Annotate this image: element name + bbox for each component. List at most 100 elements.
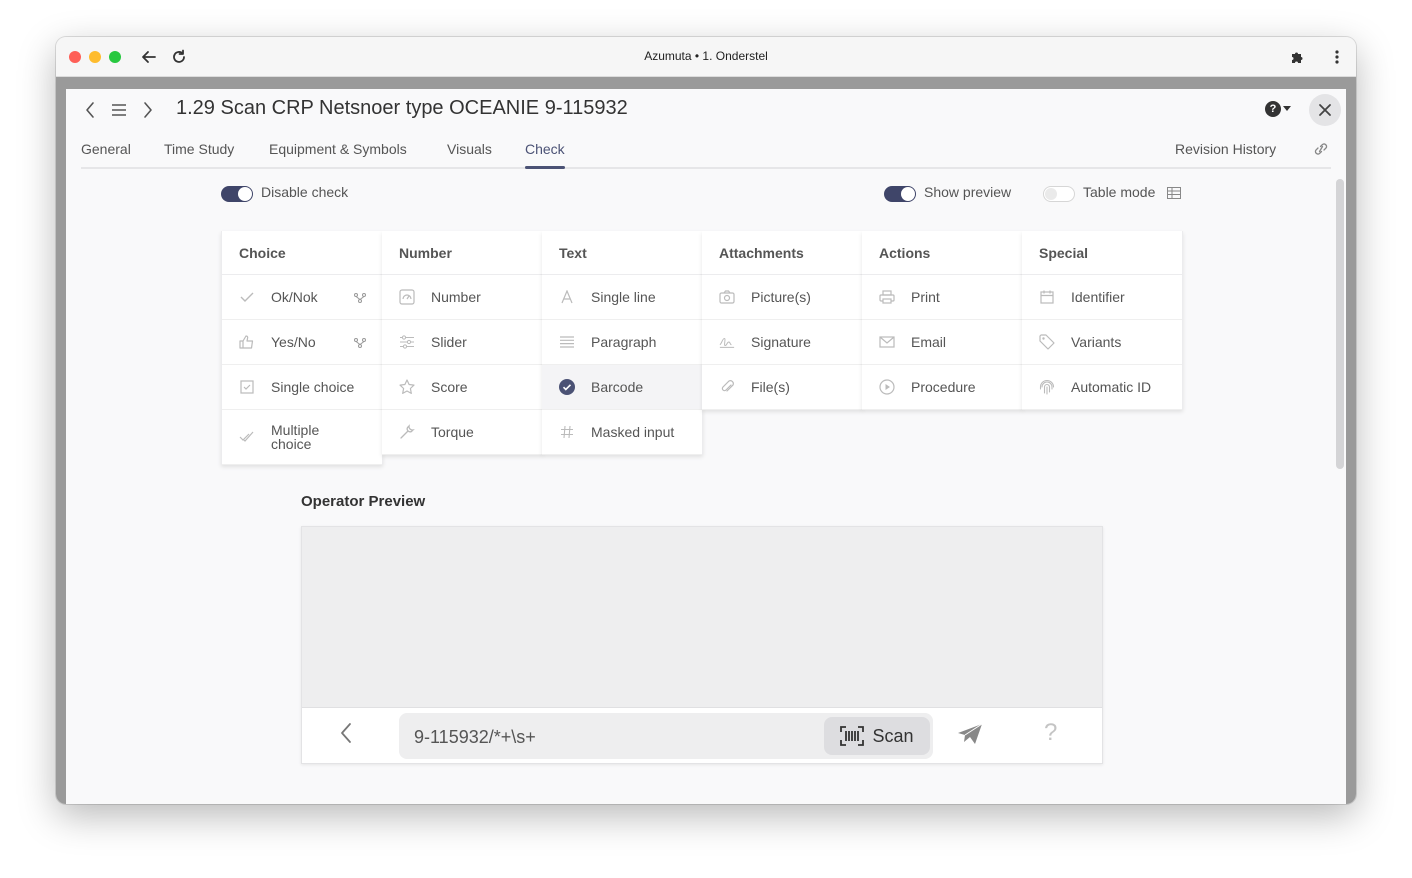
menu-icon[interactable] bbox=[110, 101, 128, 119]
signature-icon bbox=[719, 334, 735, 350]
check-type-slider[interactable]: Slider bbox=[382, 320, 542, 365]
check-type-pictures[interactable]: Picture(s) bbox=[702, 275, 862, 320]
check-type-automatic-id[interactable]: Automatic ID bbox=[1022, 365, 1182, 410]
envelope-icon bbox=[879, 334, 895, 350]
check-type-print[interactable]: Print bbox=[862, 275, 1022, 320]
category-number: Number Number Slider Score Torque bbox=[382, 231, 543, 455]
table-icon bbox=[1167, 186, 1181, 204]
item-label: Torque bbox=[431, 424, 474, 440]
category-title: Number bbox=[382, 231, 542, 275]
table-mode-label: Table mode bbox=[1083, 184, 1156, 200]
check-type-single-line[interactable]: Single line bbox=[542, 275, 702, 320]
sliders-icon bbox=[399, 334, 415, 350]
category-text: Text Single line Paragraph Barcode Maske… bbox=[542, 231, 703, 455]
font-icon bbox=[559, 289, 575, 305]
wrench-icon bbox=[399, 424, 415, 440]
check-type-single-choice[interactable]: Single choice bbox=[222, 365, 382, 410]
show-preview-label: Show preview bbox=[924, 184, 1012, 200]
help-dropdown-button[interactable]: ? bbox=[1265, 101, 1291, 117]
link-icon[interactable] bbox=[1313, 142, 1329, 159]
item-label: Number bbox=[431, 289, 481, 305]
item-label: Slider bbox=[431, 334, 467, 350]
more-menu-icon[interactable] bbox=[1326, 46, 1348, 68]
selected-check-icon bbox=[559, 379, 575, 395]
tab-check[interactable]: Check bbox=[525, 141, 565, 169]
item-label: Automatic ID bbox=[1071, 379, 1152, 395]
check-type-identifier[interactable]: Identifier bbox=[1022, 275, 1182, 320]
item-label: Procedure bbox=[911, 379, 976, 395]
close-button[interactable] bbox=[1309, 94, 1341, 126]
tab-equipment-symbols[interactable]: Equipment & Symbols bbox=[269, 141, 407, 157]
disable-check-label: Disable check bbox=[261, 184, 349, 200]
tab-bar: General Time Study Equipment & Symbols V… bbox=[81, 131, 1331, 169]
step-editor-panel: 1.29 Scan CRP Netsnoer type OCEANIE 9-11… bbox=[66, 89, 1346, 804]
barcode-input[interactable]: 9-115932/*+\s+ Scan bbox=[399, 713, 933, 759]
chevron-left-icon[interactable] bbox=[82, 100, 98, 120]
revision-history-link[interactable]: Revision History bbox=[1175, 141, 1276, 157]
close-icon bbox=[1319, 104, 1331, 116]
check-type-score[interactable]: Score bbox=[382, 365, 542, 410]
category-title: Attachments bbox=[702, 231, 862, 275]
check-type-files[interactable]: File(s) bbox=[702, 365, 862, 410]
check-type-paragraph[interactable]: Paragraph bbox=[542, 320, 702, 365]
check-type-multiple-choice[interactable]: Multiple choice bbox=[222, 410, 382, 465]
item-label: Masked input bbox=[591, 424, 675, 440]
item-label: Print bbox=[911, 289, 940, 305]
item-label: Signature bbox=[751, 334, 811, 350]
camera-icon bbox=[719, 289, 735, 305]
chevron-right-icon[interactable] bbox=[140, 100, 156, 120]
show-preview-toggle[interactable] bbox=[884, 186, 916, 202]
check-type-barcode[interactable]: Barcode bbox=[542, 365, 702, 410]
item-label: Email bbox=[911, 334, 947, 350]
item-label: Single choice bbox=[271, 379, 355, 395]
item-label: Ok/Nok bbox=[271, 289, 318, 305]
tab-general[interactable]: General bbox=[81, 141, 131, 157]
window-title: Azumuta • 1. Onderstel bbox=[644, 49, 768, 63]
check-type-variants[interactable]: Variants bbox=[1022, 320, 1182, 365]
help-icon: ? bbox=[1265, 101, 1281, 117]
check-type-masked-input[interactable]: Masked input bbox=[542, 410, 702, 455]
check-type-number[interactable]: Number bbox=[382, 275, 542, 320]
puzzle-extension-icon[interactable] bbox=[1286, 46, 1308, 68]
category-actions: Actions Print Email Procedure bbox=[862, 231, 1023, 410]
scrollbar[interactable] bbox=[1336, 179, 1344, 469]
tab-time-study[interactable]: Time Study bbox=[164, 141, 234, 157]
operator-preview-title: Operator Preview bbox=[301, 493, 426, 510]
page-title: 1.29 Scan CRP Netsnoer type OCEANIE 9-11… bbox=[176, 97, 628, 119]
item-label: Single line bbox=[591, 289, 656, 305]
preview-area bbox=[302, 527, 1102, 708]
play-icon bbox=[879, 379, 895, 395]
question-mark-icon[interactable]: ? bbox=[1044, 719, 1057, 747]
printer-icon bbox=[879, 289, 895, 305]
send-icon[interactable] bbox=[957, 723, 983, 750]
chevron-left-icon[interactable] bbox=[340, 722, 352, 749]
item-label: Yes/No bbox=[271, 334, 316, 350]
category-special: Special Identifier Variants Automatic ID bbox=[1022, 231, 1183, 410]
item-label: Score bbox=[431, 379, 468, 395]
double-check-icon bbox=[239, 429, 255, 445]
disable-check-toggle[interactable] bbox=[221, 186, 253, 202]
check-type-signature[interactable]: Signature bbox=[702, 320, 862, 365]
calendar-icon bbox=[1039, 289, 1055, 305]
caret-down-icon bbox=[1283, 106, 1291, 111]
item-label: Variants bbox=[1071, 334, 1122, 350]
tab-visuals[interactable]: Visuals bbox=[447, 141, 492, 157]
category-title: Actions bbox=[862, 231, 1022, 275]
hash-icon bbox=[559, 424, 575, 440]
browser-window: Azumuta • 1. Onderstel 1.29 Scan CRP Net… bbox=[56, 37, 1356, 804]
window-titlebar: Azumuta • 1. Onderstel bbox=[56, 37, 1356, 77]
check-type-procedure[interactable]: Procedure bbox=[862, 365, 1022, 410]
item-label: Identifier bbox=[1071, 289, 1125, 305]
paragraph-icon bbox=[559, 334, 575, 350]
table-mode-toggle[interactable] bbox=[1043, 186, 1075, 202]
check-type-email[interactable]: Email bbox=[862, 320, 1022, 365]
branch-icon bbox=[354, 290, 366, 306]
check-type-yes-no[interactable]: Yes/No bbox=[222, 320, 382, 365]
category-title: Special bbox=[1022, 231, 1182, 275]
check-type-ok-nok[interactable]: Ok/Nok bbox=[222, 275, 382, 320]
check-type-torque[interactable]: Torque bbox=[382, 410, 542, 455]
star-icon bbox=[399, 379, 415, 395]
barcode-scan-icon bbox=[840, 726, 865, 746]
scan-button[interactable]: Scan bbox=[824, 717, 930, 755]
category-title: Text bbox=[542, 231, 702, 275]
